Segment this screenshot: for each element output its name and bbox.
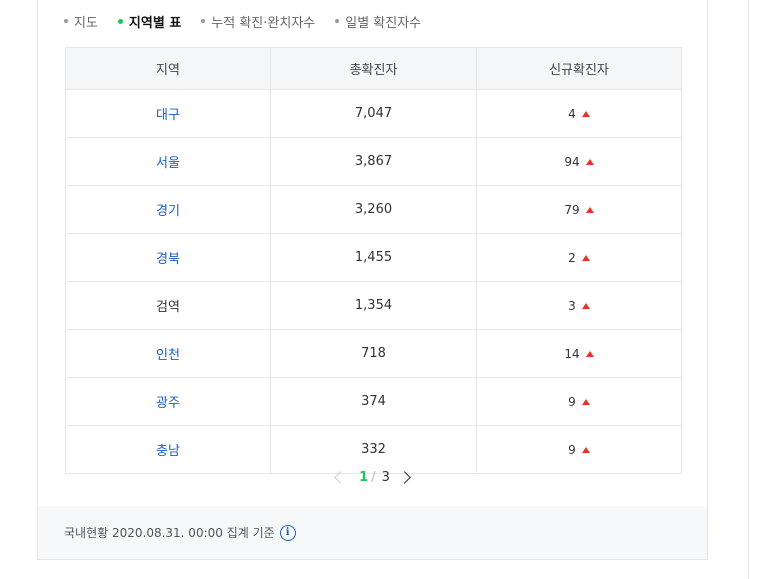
cell-region: 대구: [65, 89, 271, 138]
cell-new: 2: [476, 233, 682, 282]
page-separator: /: [371, 470, 376, 485]
increase-arrow-icon: [581, 302, 590, 309]
tab-label: 일별 확진자수: [345, 15, 422, 31]
column-header-new: 신규확진자: [476, 47, 682, 90]
cell-region: 인천: [65, 329, 271, 378]
cell-total: 7,047: [270, 89, 477, 138]
table-body: 대구 7,047 4 서울 3,867 94 경기 3,260 79 경북 1,455 2 검역 1,35…: [65, 89, 682, 474]
cell-new: 3: [476, 281, 682, 330]
table-row: 서울 3,867 94: [65, 137, 682, 186]
cell-region: 광주: [65, 377, 271, 426]
chevron-left-icon[interactable]: [334, 471, 348, 484]
cell-total: 1,354: [270, 281, 477, 330]
cell-new: 79: [476, 185, 682, 234]
column-header-region: 지역: [65, 47, 271, 90]
region-link[interactable]: 서울: [156, 156, 180, 171]
increase-arrow-icon: [585, 350, 594, 357]
cell-total: 3,260: [270, 185, 477, 234]
footer-note: 국내현황 2020.08.31. 00:00 집계 기준 i: [38, 506, 707, 559]
tab-map[interactable]: 지도: [64, 12, 98, 31]
pagination: 1 / 3: [38, 470, 707, 485]
region-table: 지역 총확진자 신규확진자 대구 7,047 4 서울 3,867 94 경기 3,260 79…: [65, 47, 682, 474]
cell-total: 374: [270, 377, 477, 426]
new-count: 79: [564, 202, 580, 217]
cell-new: 9: [476, 425, 682, 474]
cell-new: 4: [476, 89, 682, 138]
cell-total: 718: [270, 329, 477, 378]
increase-arrow-icon: [581, 446, 590, 453]
region-link[interactable]: 경기: [156, 204, 180, 219]
new-count: 9: [568, 442, 576, 457]
increase-arrow-icon: [585, 158, 594, 165]
table-row: 경북 1,455 2: [65, 233, 682, 282]
cell-total: 1,455: [270, 233, 477, 282]
region-link[interactable]: 충남: [156, 444, 180, 459]
cell-region: 경북: [65, 233, 271, 282]
bullet-icon: [117, 18, 123, 24]
region-link[interactable]: 대구: [156, 108, 180, 123]
cell-region: 서울: [65, 137, 271, 186]
region-label: 검역: [156, 300, 180, 315]
increase-arrow-icon: [581, 110, 590, 117]
cell-new: 9: [476, 377, 682, 426]
table-row: 충남 332 9: [65, 425, 682, 474]
cell-region: 충남: [65, 425, 271, 474]
increase-arrow-icon: [585, 206, 594, 213]
current-page: 1: [359, 470, 369, 485]
tab-label: 지도: [74, 15, 98, 31]
table-row: 인천 718 14: [65, 329, 682, 378]
new-count: 3: [568, 298, 576, 313]
table-row: 검역 1,354 3: [65, 281, 682, 330]
bullet-icon: [201, 19, 206, 23]
tab-label: 지역별 표: [128, 15, 182, 31]
total-pages: 3: [381, 470, 390, 485]
increase-arrow-icon: [581, 254, 590, 261]
chevron-right-icon[interactable]: [397, 471, 411, 484]
region-link[interactable]: 광주: [156, 396, 180, 411]
new-count: 94: [564, 154, 580, 169]
right-divider: [748, 0, 749, 579]
table-header-row: 지역 총확진자 신규확진자: [65, 47, 682, 90]
table-row: 경기 3,260 79: [65, 185, 682, 234]
bullet-icon: [64, 19, 68, 23]
baseline-timestamp: 국내현황 2020.08.31. 00:00 집계 기준: [64, 526, 275, 540]
bullet-icon: [335, 19, 340, 23]
cell-total: 3,867: [270, 137, 477, 186]
cell-new: 14: [476, 329, 682, 378]
cell-region: 경기: [65, 185, 271, 234]
covid-status-card: 지도 지역별 표 누적 확진·완치자수 일별 확진자수 지역 총확진자 신규확진…: [37, 0, 708, 560]
cell-region: 검역: [65, 281, 271, 330]
cell-total: 332: [270, 425, 477, 474]
region-link[interactable]: 인천: [156, 348, 180, 363]
new-count: 14: [564, 346, 580, 361]
new-count: 9: [568, 394, 576, 409]
info-icon[interactable]: i: [279, 524, 296, 541]
table-row: 대구 7,047 4: [65, 89, 682, 138]
cell-new: 94: [476, 137, 682, 186]
new-count: 2: [568, 250, 576, 265]
tab-label: 누적 확진·완치자수: [211, 15, 316, 31]
region-link[interactable]: 경북: [156, 252, 180, 267]
view-tabs: 지도 지역별 표 누적 확진·완치자수 일별 확진자수: [64, 11, 441, 31]
increase-arrow-icon: [581, 398, 590, 405]
table-row: 광주 374 9: [65, 377, 682, 426]
tab-daily[interactable]: 일별 확진자수: [335, 12, 421, 31]
tab-cumulative[interactable]: 누적 확진·완치자수: [201, 12, 315, 31]
new-count: 4: [568, 106, 576, 121]
column-header-total: 총확진자: [270, 47, 477, 90]
tab-region-table[interactable]: 지역별 표: [117, 12, 182, 31]
